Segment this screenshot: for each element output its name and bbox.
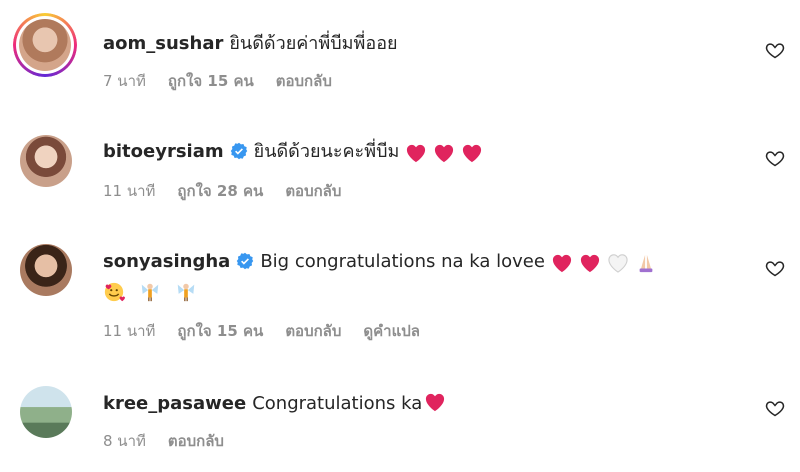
white-heart-emoji [608,254,628,273]
verified-badge-icon [230,142,247,160]
avatar[interactable] [13,13,77,77]
avatar[interactable] [20,135,72,187]
emoji-row [103,281,211,306]
comment-text: ยินดีด้วยนะคะพี่บีม [253,141,400,162]
heart-emojis [399,143,483,167]
likes-count[interactable]: ถูกใจ 15 คน [168,72,254,90]
comment-text: Big congratulations na ka lovee [260,251,545,272]
verified-badge-icon [237,252,254,270]
fairy-emoji [141,283,159,302]
smiling-face-with-hearts-emoji [104,282,125,302]
heart-outline-icon[interactable] [765,258,785,278]
avatar[interactable] [20,244,72,296]
username[interactable]: kree_pasawee [103,393,246,414]
username[interactable]: bitoeyrsiam [103,141,224,162]
praying-hands-emoji [639,254,653,273]
likes-count[interactable]: ถูกใจ 28 คน [177,182,263,200]
likes-count[interactable]: ถูกใจ 15 คน [177,322,263,340]
comment-time[interactable]: 11 นาที [103,322,155,340]
heart-outline-icon[interactable] [765,40,785,60]
username[interactable]: aom_sushar [103,33,223,54]
reply-button[interactable]: ตอบกลับ [285,182,341,200]
reply-button[interactable]: ตอบกลับ [285,322,341,340]
comment-text: ยินดีด้วยค่าพี่บีมพี่ออย [229,33,398,54]
red-heart-emoji [463,144,482,163]
heart-emojis [545,253,657,277]
fairy-emoji [177,283,195,302]
comment-text: Congratulations ka [252,393,423,414]
avatar[interactable] [20,386,72,438]
reply-button[interactable]: ตอบกลับ [276,72,332,90]
username[interactable]: sonyasingha [103,251,230,272]
red-heart-emoji [407,144,426,163]
see-translation-button[interactable]: ดูคำแปล [363,322,420,340]
red-heart-emoji [580,254,600,273]
comment-time[interactable]: 7 นาที [103,72,146,90]
comment-time[interactable]: 11 นาที [103,182,155,200]
red-heart-emoji [426,393,445,412]
reply-button[interactable]: ตอบกลับ [168,432,224,450]
comment-time[interactable]: 8 นาที [103,432,146,450]
heart-outline-icon[interactable] [765,398,785,418]
red-heart-emoji [552,254,572,273]
heart-outline-icon[interactable] [765,148,785,168]
red-heart-emoji [435,144,454,163]
